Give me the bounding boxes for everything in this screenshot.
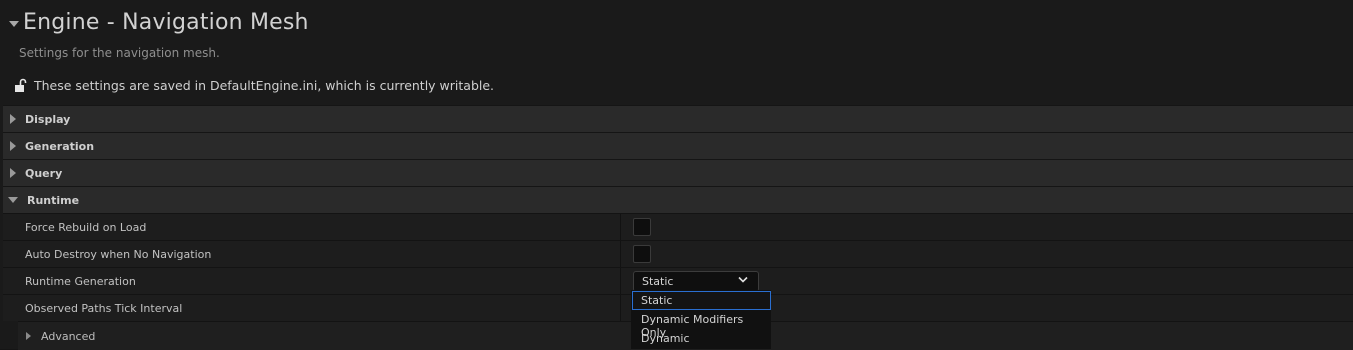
runtime-generation-combo[interactable]: Static xyxy=(633,271,759,292)
category-label: Runtime xyxy=(27,193,80,207)
property-label: Observed Paths Tick Interval xyxy=(25,302,183,315)
column-divider[interactable] xyxy=(620,214,621,240)
option-label: Dynamic xyxy=(641,332,690,345)
category-query[interactable]: Query xyxy=(3,159,1353,186)
writable-notice: These settings are saved in DefaultEngin… xyxy=(12,77,494,93)
category-label: Display xyxy=(25,112,71,126)
property-row-force-rebuild: Force Rebuild on Load xyxy=(3,213,1353,240)
dropdown-option-dynamic-modifiers-only[interactable]: Dynamic Modifiers Only xyxy=(631,310,771,339)
force-rebuild-checkbox[interactable] xyxy=(633,218,651,236)
column-divider[interactable] xyxy=(620,268,621,294)
option-label: Static xyxy=(641,294,673,307)
category-runtime[interactable]: Runtime xyxy=(3,186,1353,213)
column-divider[interactable] xyxy=(620,241,621,267)
settings-header: Engine - Navigation Mesh Settings for th… xyxy=(3,2,1353,106)
expand-arrow-icon[interactable] xyxy=(10,168,16,178)
expand-arrow-icon[interactable] xyxy=(26,332,31,340)
runtime-generation-dropdown: Static Dynamic Modifiers Only Dynamic xyxy=(631,290,771,349)
category-label: Query xyxy=(25,166,63,180)
unlocked-lock-icon xyxy=(15,78,27,92)
page-subtitle: Settings for the navigation mesh. xyxy=(19,46,220,60)
advanced-label: Advanced xyxy=(41,329,96,343)
category-label: Generation xyxy=(25,139,95,153)
column-divider[interactable] xyxy=(620,295,621,321)
property-label: Force Rebuild on Load xyxy=(25,221,147,234)
chevron-down-icon xyxy=(738,276,748,283)
expand-arrow-icon[interactable] xyxy=(10,141,16,151)
dropdown-option-dynamic[interactable]: Dynamic xyxy=(631,329,771,348)
collapse-arrow-icon[interactable] xyxy=(9,20,19,27)
category-display[interactable]: Display xyxy=(3,105,1353,132)
settings-panel: Engine - Navigation Mesh Settings for th… xyxy=(0,0,1353,350)
writable-text: These settings are saved in DefaultEngin… xyxy=(34,77,495,93)
collapse-arrow-icon[interactable] xyxy=(8,197,18,203)
expand-arrow-icon[interactable] xyxy=(10,114,16,124)
page-title: Engine - Navigation Mesh xyxy=(23,10,309,35)
dropdown-option-static[interactable]: Static xyxy=(632,291,771,310)
title-row[interactable]: Engine - Navigation Mesh xyxy=(9,10,309,35)
auto-destroy-checkbox[interactable] xyxy=(633,245,651,263)
category-generation[interactable]: Generation xyxy=(3,132,1353,159)
property-label: Runtime Generation xyxy=(25,275,136,288)
combo-value: Static xyxy=(642,275,674,288)
property-label: Auto Destroy when No Navigation xyxy=(25,248,212,261)
property-row-auto-destroy: Auto Destroy when No Navigation xyxy=(3,240,1353,267)
